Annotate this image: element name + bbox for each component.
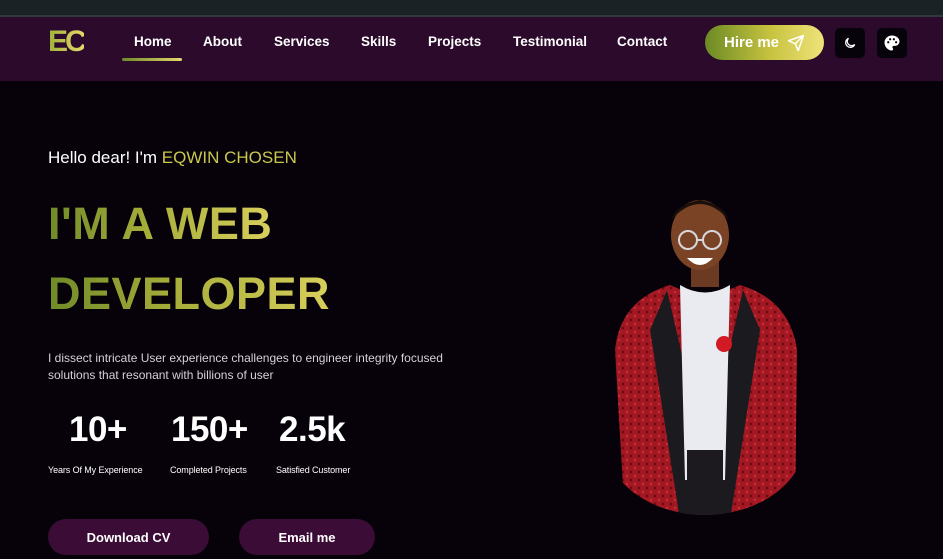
stat-customers-value: 2.5k <box>279 410 346 449</box>
hire-me-label: Hire me <box>723 34 780 51</box>
moon-icon <box>845 37 856 48</box>
greeting-text: Hello dear! I'm <box>48 148 162 167</box>
hire-me-button[interactable]: Hire me <box>705 25 824 60</box>
developer-name: EQWIN CHOSEN <box>161 148 297 167</box>
logo[interactable]: EC <box>48 25 87 59</box>
stat-projects-label: Completed Projects <box>170 465 247 475</box>
navbar: EC Home About Services Skills Projects T… <box>0 17 943 81</box>
nav-contact[interactable]: Contact <box>617 34 667 49</box>
palette-icon <box>884 35 900 51</box>
stat-projects-value: 150+ <box>171 410 248 449</box>
stat-years-label: Years Of My Experience <box>48 465 143 475</box>
email-me-button[interactable]: Email me <box>239 519 375 555</box>
palette-button[interactable] <box>877 28 907 58</box>
headline-line-1: I'M A WEB <box>48 198 273 249</box>
nav-home[interactable]: Home <box>134 34 172 49</box>
nav-active-underline <box>122 58 182 61</box>
nav-skills[interactable]: Skills <box>361 34 396 49</box>
nav-testimonial[interactable]: Testimonial <box>513 34 587 49</box>
nav-about[interactable]: About <box>203 34 242 49</box>
nav-projects[interactable]: Projects <box>428 34 481 49</box>
greeting: Hello dear! I'm EQWIN CHOSEN <box>48 148 297 168</box>
headline-line-2: DEVELOPER <box>48 268 331 319</box>
send-icon <box>787 34 805 51</box>
stat-years-value: 10+ <box>69 410 127 449</box>
browser-top-strip <box>0 0 943 17</box>
stat-customers-label: Satisfied Customer <box>276 465 351 475</box>
hero-description: I dissect intricate User experience chal… <box>48 351 443 382</box>
profile-portrait <box>615 200 797 515</box>
download-cv-button[interactable]: Download CV <box>48 519 209 555</box>
nav-services[interactable]: Services <box>274 34 330 49</box>
theme-toggle-button[interactable] <box>835 28 865 58</box>
